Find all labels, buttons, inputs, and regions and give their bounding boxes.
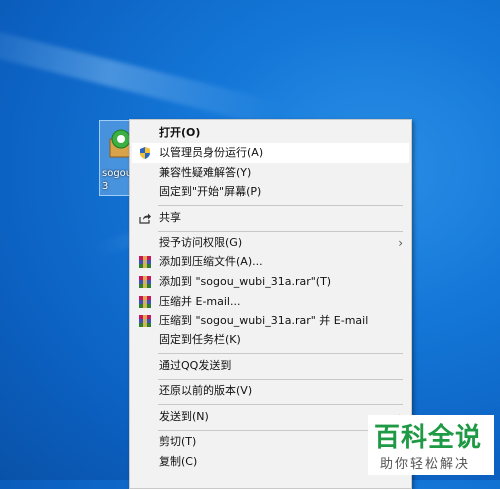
menu-item-compress-to-rar-email[interactable]: 压缩到 "sogou_wubi_31a.rar" 并 E-mail: [132, 311, 409, 331]
uac-shield-icon: [140, 147, 150, 159]
winrar-icon: [139, 296, 151, 308]
menu-separator: [158, 353, 403, 354]
menu-item-label: 剪切(T): [159, 435, 197, 448]
menu-item-label: 固定到任务栏(K): [159, 333, 241, 346]
menu-item-label: 复制(C): [159, 455, 198, 468]
menu-item-label: 添加到压缩文件(A)...: [159, 255, 263, 268]
watermark-subtitle: 助你轻松解决: [380, 457, 471, 472]
menu-item-troubleshoot-compatibility[interactable]: 兼容性疑难解答(Y): [132, 163, 409, 183]
menu-item-label: 兼容性疑难解答(Y): [159, 166, 252, 179]
menu-item-label: 发送到(N): [159, 410, 209, 423]
menu-item-label: 共享: [159, 211, 181, 224]
menu-separator: [158, 404, 403, 405]
menu-item-add-to-rar[interactable]: 添加到 "sogou_wubi_31a.rar"(T): [132, 272, 409, 292]
menu-separator: [158, 379, 403, 380]
menu-item-label: 打开(O): [159, 126, 201, 139]
watermark-logo: 百科全说 助你轻松解决: [368, 415, 494, 475]
winrar-icon: [139, 276, 151, 288]
menu-item-pin-to-taskbar[interactable]: 固定到任务栏(K): [132, 330, 409, 350]
menu-item-run-as-admin[interactable]: 以管理员身份运行(A): [132, 143, 409, 163]
menu-item-label: 授予访问权限(G): [159, 236, 243, 249]
menu-item-restore-previous-versions[interactable]: 还原以前的版本(V): [132, 381, 409, 401]
menu-separator: [158, 430, 403, 431]
menu-item-share[interactable]: 共享: [132, 208, 409, 228]
menu-separator: [158, 205, 403, 206]
menu-item-pin-to-start[interactable]: 固定到"开始"屏幕(P): [132, 182, 409, 202]
winrar-icon: [139, 256, 151, 268]
winrar-icon: [139, 315, 151, 327]
menu-separator: [158, 231, 403, 232]
menu-item-label: 通过QQ发送到: [159, 359, 232, 372]
menu-item-label: 固定到"开始"屏幕(P): [159, 185, 262, 198]
wallpaper-light-beam: [0, 19, 279, 127]
menu-item-compress-email[interactable]: 压缩并 E-mail...: [132, 292, 409, 312]
menu-item-send-via-qq[interactable]: 通过QQ发送到: [132, 356, 409, 376]
menu-item-label: 压缩并 E-mail...: [159, 295, 241, 308]
menu-item-give-access[interactable]: 授予访问权限(G) ›: [132, 233, 409, 253]
chevron-right-icon: ›: [398, 236, 403, 250]
menu-item-label: 还原以前的版本(V): [159, 384, 253, 397]
menu-item-label: 以管理员身份运行(A): [159, 146, 264, 159]
menu-item-open[interactable]: 打开(O): [132, 123, 409, 143]
watermark-title: 百科全说: [374, 423, 483, 453]
menu-item-label: 压缩到 "sogou_wubi_31a.rar" 并 E-mail: [159, 314, 369, 327]
share-icon: [139, 213, 151, 224]
menu-item-label: 添加到 "sogou_wubi_31a.rar"(T): [159, 275, 332, 288]
menu-item-add-to-archive[interactable]: 添加到压缩文件(A)...: [132, 252, 409, 272]
